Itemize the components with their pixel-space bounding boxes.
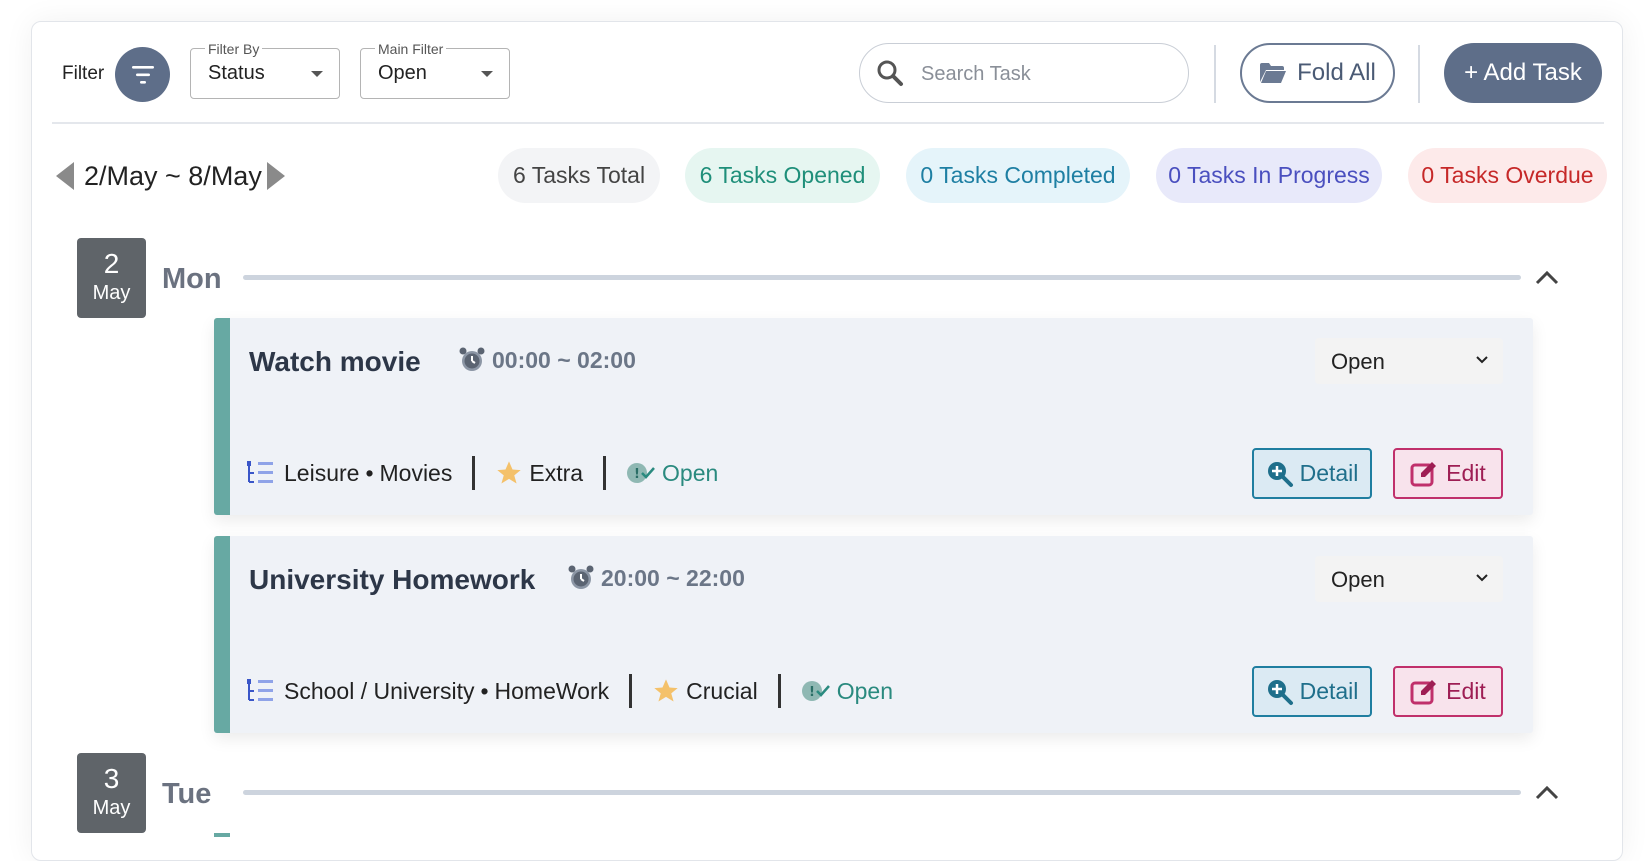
edit-label: Edit <box>1446 678 1486 704</box>
detail-button[interactable]: Detail <box>1252 448 1372 499</box>
caret-down-icon <box>481 71 493 77</box>
task-meta: School / University • HomeWork Crucial !… <box>246 674 893 708</box>
zoom-plus-icon <box>1267 461 1293 487</box>
task-priority: Crucial <box>686 677 758 704</box>
day-name: Mon <box>162 263 222 295</box>
chevron-up-icon[interactable] <box>1535 780 1559 804</box>
task-category: Leisure <box>284 459 360 486</box>
task-title: University Homework <box>249 564 536 595</box>
task-state: Open <box>662 459 719 486</box>
meta-divider <box>472 456 476 490</box>
week-range: 2/May ~ 8/May <box>84 161 262 191</box>
alarm-clock-icon <box>459 347 485 371</box>
tasks-total-badge: 6 Tasks Total <box>498 148 660 203</box>
main-filter-select[interactable]: Main Filter Open <box>360 41 510 99</box>
search-icon <box>877 60 903 86</box>
tasks-overdue-badge: 0 Tasks Overdue <box>1408 148 1607 203</box>
filter-by-select[interactable]: Filter By Status <box>190 41 340 99</box>
date-badge: 2 May <box>77 238 146 318</box>
list-tree-icon <box>247 461 273 483</box>
filter-label: Filter <box>62 63 105 84</box>
meta-divider <box>777 674 781 708</box>
day-divider <box>243 790 1521 795</box>
filter-by-value: Status <box>208 62 265 84</box>
bullet-separator: • <box>365 459 374 486</box>
filter-button[interactable] <box>115 47 170 102</box>
tasks-opened-badge: 6 Tasks Opened <box>685 148 880 203</box>
filter-by-legend: Filter By <box>205 41 263 57</box>
prev-week-icon[interactable] <box>56 162 74 190</box>
zoom-plus-icon <box>1267 679 1293 705</box>
meta-divider <box>603 456 607 490</box>
task-status-select[interactable]: Open <box>1315 338 1503 384</box>
date-month: May <box>92 797 131 819</box>
edit-button[interactable]: Edit <box>1393 666 1503 717</box>
detail-label: Detail <box>1299 460 1359 486</box>
task-card: Watch movie 00:00 ~ 02:00 Open Leisure •… <box>214 318 1533 515</box>
task-subcategory: HomeWork <box>494 677 610 704</box>
task-time: 00:00 ~ 02:00 <box>458 346 636 374</box>
status-check-icon: ! <box>801 681 830 701</box>
star-icon <box>497 461 522 484</box>
toolbar-divider <box>1214 45 1216 103</box>
status-check-icon: ! <box>627 463 655 483</box>
task-status-value: Open <box>1331 567 1385 592</box>
day-divider <box>243 275 1521 280</box>
star-icon <box>654 679 678 702</box>
main-filter-legend: Main Filter <box>375 41 447 57</box>
task-card: University Homework 20:00 ~ 22:00 Open S… <box>214 536 1533 733</box>
edit-button[interactable]: Edit <box>1393 448 1503 499</box>
next-week-icon[interactable] <box>267 162 285 190</box>
fold-all-label: Fold All <box>1297 59 1376 86</box>
list-tree-icon <box>247 679 273 701</box>
task-status-select[interactable]: Open <box>1315 556 1503 602</box>
add-task-button[interactable]: + Add Task <box>1444 43 1602 103</box>
task-category: School / University <box>284 677 475 704</box>
detail-button[interactable]: Detail <box>1252 666 1372 717</box>
chevron-down-icon <box>1476 574 1488 582</box>
svg-text:!: ! <box>809 685 815 700</box>
alarm-clock-icon <box>568 565 594 589</box>
task-time-text: 20:00 ~ 22:00 <box>601 564 745 591</box>
pencil-square-icon <box>1410 461 1437 486</box>
tasks-in-progress-badge: 0 Tasks In Progress <box>1156 148 1382 203</box>
pencil-square-icon <box>1410 679 1437 704</box>
chevron-up-icon[interactable] <box>1535 265 1559 289</box>
toolbar-separator <box>52 122 1604 124</box>
task-status-value: Open <box>1331 349 1385 374</box>
search-placeholder: Search Task <box>921 63 1031 85</box>
edit-label: Edit <box>1446 460 1486 486</box>
meta-divider <box>629 674 633 708</box>
task-time-text: 00:00 ~ 02:00 <box>492 346 636 373</box>
task-time: 20:00 ~ 22:00 <box>567 564 745 592</box>
task-card-edge <box>214 833 230 837</box>
date-day: 2 <box>103 248 120 279</box>
date-badge: 3 May <box>77 753 146 833</box>
day-name: Tue <box>162 778 212 810</box>
task-state: Open <box>836 677 893 704</box>
date-day: 3 <box>103 763 120 794</box>
detail-label: Detail <box>1299 678 1359 704</box>
bullet-separator: • <box>480 677 489 704</box>
filter-icon <box>131 65 154 84</box>
fold-all-button[interactable]: Fold All <box>1240 43 1395 103</box>
task-title: Watch movie <box>249 346 421 377</box>
task-meta: Leisure • Movies Extra ! Open <box>246 456 718 490</box>
toolbar-divider <box>1418 45 1420 103</box>
folder-open-icon <box>1260 63 1287 83</box>
task-priority: Extra <box>529 459 584 486</box>
search-input[interactable]: Search Task <box>859 43 1189 103</box>
main-filter-value: Open <box>378 62 427 84</box>
svg-text:!: ! <box>634 467 640 482</box>
tasks-completed-badge: 0 Tasks Completed <box>906 148 1130 203</box>
task-subcategory: Movies <box>379 459 453 486</box>
date-month: May <box>92 282 131 304</box>
chevron-down-icon <box>1476 356 1488 364</box>
caret-down-icon <box>311 71 323 77</box>
